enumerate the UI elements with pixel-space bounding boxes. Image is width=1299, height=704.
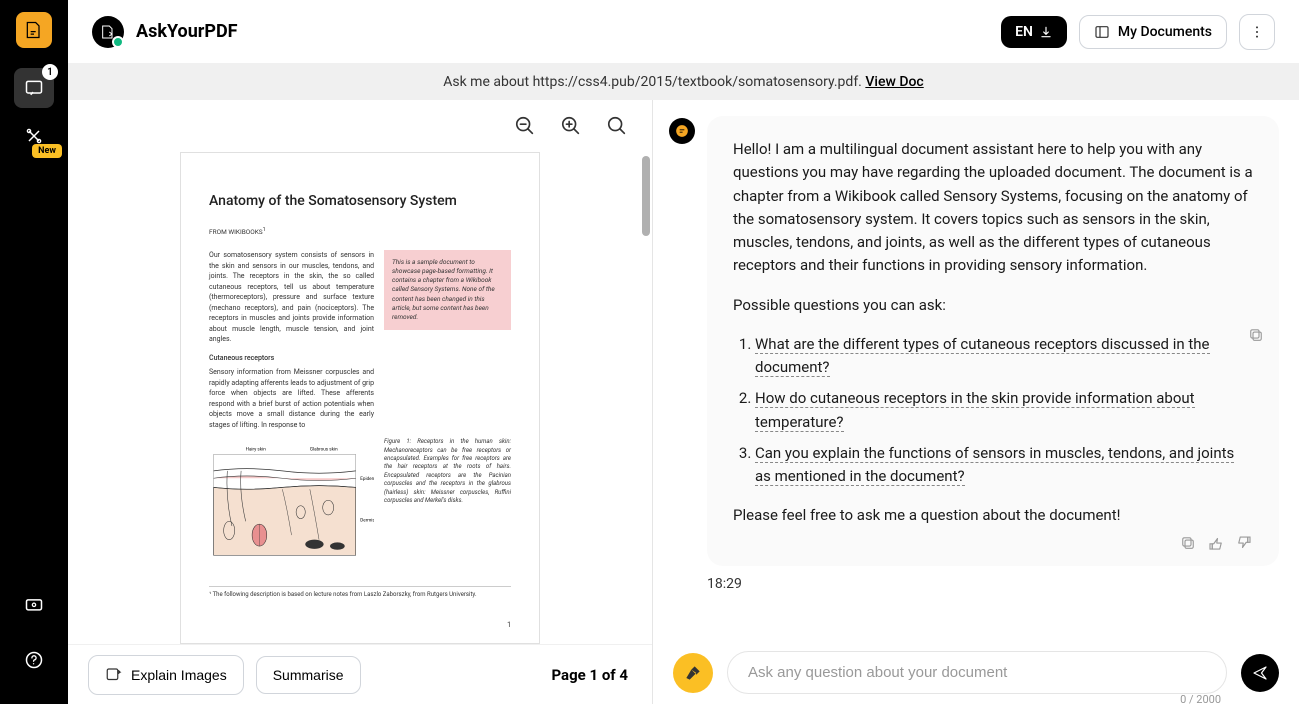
doc-sidenote: This is a sample document to showcase pa… xyxy=(384,250,511,330)
app-title: AskYourPDF xyxy=(136,21,238,42)
search-button[interactable] xyxy=(602,111,632,141)
new-badge: New xyxy=(32,144,62,158)
prompt-text: Possible questions you can ask: xyxy=(733,294,1253,317)
send-icon xyxy=(1251,664,1269,682)
chat-input-area: 0 / 2000 xyxy=(653,637,1299,704)
left-sidebar: 1 New xyxy=(0,0,68,704)
char-counter: 0 / 2000 xyxy=(1180,693,1221,704)
my-documents-button[interactable]: My Documents xyxy=(1079,15,1227,49)
doc-footnote: ¹ The following description is based on … xyxy=(209,586,511,598)
my-documents-label: My Documents xyxy=(1118,24,1212,40)
doc-para2: Sensory information from Meissner corpus… xyxy=(209,367,374,430)
thumbs-down-icon[interactable] xyxy=(1235,534,1253,552)
assistant-message: Hello! I am a multilingual document assi… xyxy=(707,116,1279,566)
explain-images-label: Explain Images xyxy=(131,667,227,683)
header: AskYourPDF EN My Documents xyxy=(68,0,1299,64)
thumbs-up-icon[interactable] xyxy=(1207,534,1225,552)
svg-text:Dermis: Dermis xyxy=(360,517,374,523)
broom-icon xyxy=(683,663,703,683)
info-banner: Ask me about https://css4.pub/2015/textb… xyxy=(68,64,1299,100)
doc-subtitle: FROM WIKIBOOKS1 xyxy=(209,227,511,236)
summarise-button[interactable]: Summarise xyxy=(256,656,361,694)
image-export-icon xyxy=(105,666,123,684)
doc-page-number: 1 xyxy=(507,621,511,629)
sidebar-item-billing[interactable] xyxy=(14,584,54,624)
sidebar-item-chat[interactable]: 1 xyxy=(14,68,54,108)
app-logo-icon[interactable] xyxy=(16,12,52,48)
svg-text:Glabrous skin: Glabrous skin xyxy=(310,447,338,453)
closer-text: Please feel free to ask me a question ab… xyxy=(733,504,1253,527)
chat-input[interactable] xyxy=(727,651,1227,694)
language-label: EN xyxy=(1015,24,1033,40)
chat-messages: Hello! I am a multilingual document assi… xyxy=(653,100,1299,637)
greeting-text: Hello! I am a multilingual document assi… xyxy=(733,138,1253,278)
chat-panel: Hello! I am a multilingual document assi… xyxy=(653,100,1299,704)
page-indicator: Page 1 of 4 xyxy=(551,666,628,684)
doc-para1: Our somatosensory system consists of sen… xyxy=(209,250,374,345)
more-vertical-icon xyxy=(1249,24,1265,40)
summarise-label: Summarise xyxy=(273,667,344,683)
svg-text:Epidermis: Epidermis xyxy=(360,476,374,482)
copy-icon[interactable] xyxy=(1179,534,1197,552)
magic-button[interactable] xyxy=(673,653,713,693)
scrollbar[interactable] xyxy=(642,156,650,236)
banner-text: Ask me about https://css4.pub/2015/textb… xyxy=(443,74,865,90)
chat-badge: 1 xyxy=(42,64,58,80)
header-logo-icon xyxy=(92,16,124,48)
doc-title: Anatomy of the Somatosensory System xyxy=(209,193,511,209)
suggested-question-1[interactable]: What are the different types of cutaneou… xyxy=(755,333,1253,380)
pdf-footer: Explain Images Summarise Page 1 of 4 xyxy=(68,644,652,704)
language-button[interactable]: EN xyxy=(1001,16,1067,48)
pdf-viewer[interactable]: Anatomy of the Somatosensory System FROM… xyxy=(68,152,652,644)
suggested-question-3[interactable]: Can you explain the functions of sensors… xyxy=(755,442,1253,489)
zoom-out-button[interactable] xyxy=(510,111,540,141)
pdf-page: Anatomy of the Somatosensory System FROM… xyxy=(180,152,540,644)
svg-text:Hairy skin: Hairy skin xyxy=(246,447,267,453)
view-doc-link[interactable]: View Doc xyxy=(865,74,923,90)
pdf-toolbar xyxy=(68,100,652,152)
assistant-avatar-icon xyxy=(669,118,695,144)
download-icon xyxy=(1039,25,1053,39)
pdf-panel: Anatomy of the Somatosensory System FROM… xyxy=(68,100,653,704)
more-button[interactable] xyxy=(1239,14,1275,50)
doc-section: Cutaneous receptors xyxy=(209,353,374,364)
skin-diagram: Hairy skin Glabrous skin Epidermis Dermi… xyxy=(209,438,374,568)
sidebar-item-tools[interactable]: New xyxy=(14,116,54,156)
send-button[interactable] xyxy=(1241,654,1279,692)
copy-icon[interactable] xyxy=(1247,326,1265,344)
message-timestamp: 18:29 xyxy=(707,576,1279,592)
explain-images-button[interactable]: Explain Images xyxy=(88,655,244,695)
panel-icon xyxy=(1094,24,1110,40)
sidebar-item-help[interactable] xyxy=(14,640,54,680)
zoom-in-button[interactable] xyxy=(556,111,586,141)
suggested-question-2[interactable]: How do cutaneous receptors in the skin p… xyxy=(755,387,1253,434)
figure-caption: Figure 1: Receptors in the human skin: M… xyxy=(384,438,511,568)
